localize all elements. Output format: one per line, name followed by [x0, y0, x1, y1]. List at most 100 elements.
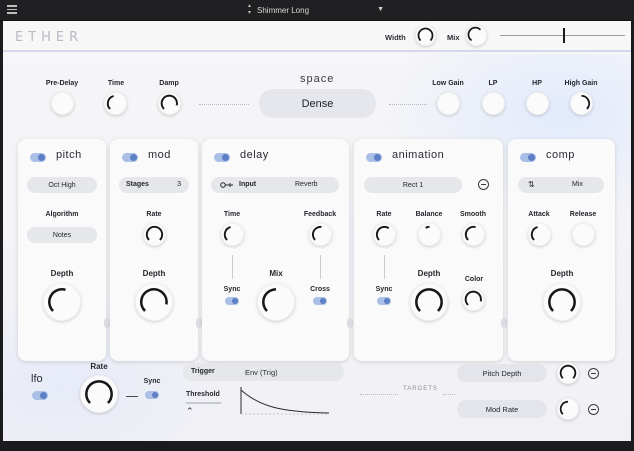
- delay-title: delay: [240, 149, 269, 161]
- target-pitch-depth[interactable]: Pitch Depth: [457, 364, 547, 382]
- damp-knob[interactable]: [158, 92, 181, 115]
- space-title: space: [300, 73, 335, 85]
- color-knob[interactable]: [462, 288, 485, 311]
- time-sync-link-line: [232, 255, 233, 279]
- envelope-display: [240, 387, 330, 415]
- animation-rate-knob[interactable]: [373, 223, 396, 246]
- target-mod-rate-amount-knob[interactable]: [557, 398, 579, 420]
- trigger-selector[interactable]: Trigger Env (Trig): [183, 363, 344, 381]
- targets-label: TARGETS: [403, 386, 438, 392]
- animation-shape-button[interactable]: Rect 1: [364, 177, 462, 193]
- delay-edge-handle: [347, 318, 353, 328]
- delay-input-value: Reverb: [295, 181, 318, 188]
- delay-time-knob[interactable]: [221, 223, 244, 246]
- animation-depth-knob[interactable]: [410, 283, 448, 321]
- animation-edge-handle: [501, 318, 507, 328]
- threshold-slider[interactable]: [186, 402, 221, 404]
- balance-label: Balance: [415, 211, 443, 218]
- targets-connector-right: [443, 394, 455, 395]
- cross-label: Cross: [310, 286, 330, 293]
- dotted-connector-right: [389, 104, 427, 105]
- trigger-label: Trigger: [191, 368, 215, 375]
- comp-depth-knob[interactable]: [543, 283, 581, 321]
- feedback-cross-link-line: [320, 255, 321, 279]
- comp-module: comp ⇅ Mix Attack Release Depth: [508, 139, 615, 361]
- space-mode-button[interactable]: Dense: [259, 89, 376, 118]
- mod-depth-knob[interactable]: [135, 283, 173, 321]
- host-toolbar: ▴ ▾ Shimmer Long ▼: [0, 0, 634, 21]
- pitch-enable-toggle[interactable]: [30, 153, 46, 162]
- mod-rate-label: Rate: [146, 211, 162, 218]
- animation-enable-toggle[interactable]: [366, 153, 382, 162]
- trigger-value: Env (Trig): [245, 368, 278, 377]
- lfo-sync-label: Sync: [143, 378, 161, 385]
- feedback-label: Feedback: [303, 211, 337, 218]
- pitch-depth-knob[interactable]: [43, 283, 81, 321]
- color-label: Color: [464, 276, 484, 283]
- highgain-knob[interactable]: [570, 92, 593, 115]
- mod-enable-toggle[interactable]: [122, 153, 138, 162]
- smooth-label: Smooth: [459, 211, 487, 218]
- hp-knob[interactable]: [526, 92, 549, 115]
- remove-target-pitch-depth-icon[interactable]: [588, 368, 599, 379]
- pitch-module: pitch Oct High Algorithm Notes Depth: [18, 139, 106, 361]
- minus-circle-icon[interactable]: [478, 179, 489, 190]
- lfo-sync-toggle[interactable]: [145, 391, 159, 399]
- lfo-enable-toggle[interactable]: [32, 391, 48, 400]
- balance-knob[interactable]: [418, 223, 441, 246]
- lfo-title: lfo: [31, 373, 43, 385]
- mod-title: mod: [148, 149, 171, 161]
- animation-module: animation Rect 1 Rate Balance Smooth Syn…: [354, 139, 503, 361]
- delay-input-selector[interactable]: Input Reverb: [211, 177, 339, 193]
- delay-sync-toggle[interactable]: [225, 297, 239, 305]
- lowgain-knob[interactable]: [437, 92, 460, 115]
- width-knob[interactable]: [415, 25, 436, 46]
- release-knob[interactable]: [572, 223, 595, 246]
- time-label: Time: [107, 80, 125, 87]
- lfo-rate-knob[interactable]: [80, 375, 118, 413]
- comp-mode-selector[interactable]: ⇅ Mix: [518, 177, 604, 193]
- predelay-knob[interactable]: [51, 92, 74, 115]
- dotted-connector-left: [199, 104, 249, 105]
- space-time-knob[interactable]: [104, 92, 127, 115]
- feedback-knob[interactable]: [309, 223, 332, 246]
- stages-selector[interactable]: Stages 3: [119, 177, 189, 193]
- targets-connector: [360, 394, 398, 395]
- mod-rate-knob[interactable]: [143, 223, 166, 246]
- lowgain-label: Low Gain: [432, 80, 464, 87]
- remove-target-mod-rate-icon[interactable]: [588, 404, 599, 415]
- lp-knob[interactable]: [482, 92, 505, 115]
- stages-label: Stages: [126, 181, 149, 188]
- animation-depth-label: Depth: [417, 269, 441, 278]
- mix-knob[interactable]: [466, 25, 487, 46]
- algorithm-button[interactable]: Notes: [27, 227, 97, 243]
- target-mod-rate[interactable]: Mod Rate: [457, 400, 547, 418]
- smooth-knob[interactable]: [462, 223, 485, 246]
- pitch-mode-button[interactable]: Oct High: [27, 177, 97, 193]
- animation-rate-label: Rate: [376, 211, 392, 218]
- attack-knob[interactable]: [528, 223, 551, 246]
- hp-label: HP: [532, 80, 542, 87]
- preset-stepper-icon[interactable]: ▴ ▾: [248, 3, 251, 17]
- lfo-rate-label: Rate: [90, 362, 108, 371]
- output-slider[interactable]: [500, 28, 625, 43]
- target-pitch-depth-amount-knob[interactable]: [557, 362, 579, 384]
- delay-mix-knob[interactable]: [257, 283, 295, 321]
- chevron-up-icon[interactable]: ⌃: [186, 406, 194, 417]
- brand-logo: ETHER: [15, 30, 84, 45]
- footer-bar: [3, 441, 631, 451]
- preset-selector[interactable]: ▴ ▾ Shimmer Long ▼: [246, 3, 386, 18]
- release-label: Release: [569, 211, 597, 218]
- stages-value: 3: [177, 181, 181, 188]
- delay-time-label: Time: [223, 211, 241, 218]
- dropdown-icon[interactable]: ▼: [377, 6, 384, 13]
- cross-toggle[interactable]: [313, 297, 327, 305]
- swap-icon: ⇅: [528, 180, 535, 189]
- pitch-depth-label: Depth: [50, 269, 74, 278]
- comp-enable-toggle[interactable]: [520, 153, 536, 162]
- comp-mode-value: Mix: [572, 181, 583, 188]
- delay-enable-toggle[interactable]: [214, 153, 230, 162]
- menu-icon[interactable]: [7, 5, 17, 15]
- output-slider-handle[interactable]: [563, 28, 565, 43]
- animation-sync-toggle[interactable]: [377, 297, 391, 305]
